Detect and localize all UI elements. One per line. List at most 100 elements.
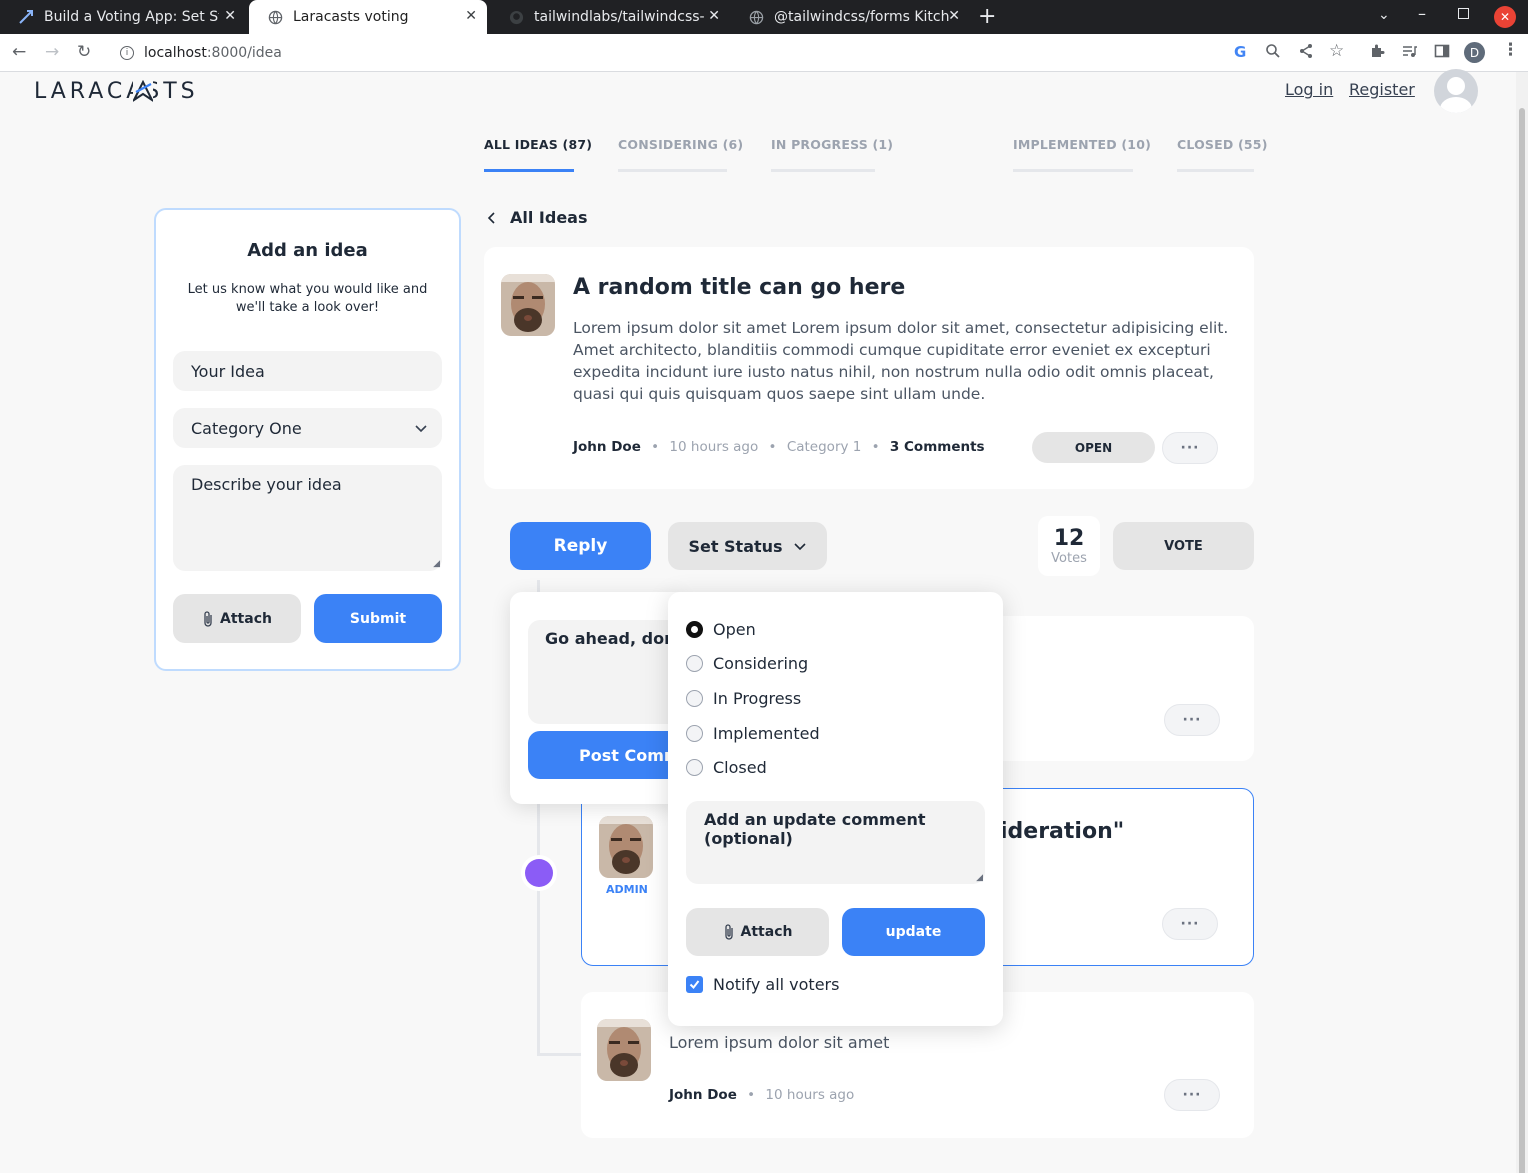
sidepanel-icon[interactable]	[1434, 43, 1450, 63]
idea-more-button[interactable]: ···	[1162, 432, 1218, 464]
reply-popup: Go ahead, don't Post Comme	[510, 592, 680, 804]
ellipsis-icon: ···	[1180, 916, 1200, 932]
info-icon[interactable]: i	[120, 46, 134, 60]
filter-all-ideas[interactable]: ALL IDEAS (87)	[484, 137, 592, 152]
idea-body: Lorem ipsum dolor sit amet Lorem ipsum d…	[573, 319, 1229, 403]
paperclip-icon	[202, 610, 214, 628]
back-to-all-ideas-link[interactable]: All Ideas	[486, 208, 588, 227]
status-option-open[interactable]: Open	[686, 620, 756, 639]
tab-title: Laracasts voting	[293, 9, 409, 25]
resize-handle-icon[interactable]: ◢	[976, 873, 983, 883]
status-badge: OPEN	[1032, 432, 1155, 463]
status-option-closed[interactable]: Closed	[686, 758, 767, 777]
attach-label: Attach	[220, 610, 272, 627]
status-option-in-progress[interactable]: In Progress	[686, 689, 801, 708]
url-path: :8000/idea	[206, 45, 282, 61]
subtitle-line: we'll take a look over!	[235, 300, 380, 315]
reload-icon[interactable]: ↻	[77, 42, 91, 62]
register-link[interactable]: Register	[1349, 80, 1415, 99]
forward-arrow-icon[interactable]: →	[45, 42, 59, 62]
paperclip-icon	[723, 923, 735, 941]
profile-avatar[interactable]: D	[1464, 42, 1485, 63]
filter-considering[interactable]: CONSIDERING (6)	[618, 137, 743, 152]
radio-selected-icon[interactable]	[686, 621, 703, 638]
zoom-icon[interactable]	[1265, 43, 1281, 63]
idea-description-textarea[interactable]: Describe your idea ◢	[173, 465, 442, 571]
page-scrollbar[interactable]	[1516, 72, 1528, 1173]
reply-placeholder: Go ahead, don't	[545, 629, 680, 648]
browser-tab[interactable]: @tailwindcss/forms Kitch ✕	[730, 0, 970, 34]
admin-badge: ADMIN	[606, 883, 648, 896]
browser-tab[interactable]: tailwindlabs/tailwindcss- ✕	[490, 0, 730, 34]
idea-title[interactable]: A random title can go here	[573, 275, 905, 300]
laracasts-logo[interactable]: LARACASTS	[34, 79, 199, 104]
url-omnibox[interactable]: i localhost:8000/idea	[108, 38, 1360, 68]
share-icon[interactable]	[1298, 43, 1314, 63]
admin-comment-more-button[interactable]: ···	[1162, 908, 1218, 940]
filter-in-progress[interactable]: IN PROGRESS (1)	[771, 137, 893, 152]
admin-avatar[interactable]	[599, 816, 653, 878]
set-status-button[interactable]: Set Status	[668, 522, 827, 570]
radio-icon[interactable]	[686, 690, 703, 707]
admin-dot	[525, 859, 553, 887]
window-close-icon[interactable]: ✕	[1494, 6, 1516, 28]
checkbox-checked-icon[interactable]	[686, 976, 703, 993]
comment-time: 10 hours ago	[765, 1087, 855, 1103]
browser-tab-bar: Build a Voting App: Set St ✕ Laracasts v…	[0, 0, 1528, 34]
votes-count: 12	[1053, 526, 1085, 551]
update-label: update	[885, 924, 942, 940]
close-icon[interactable]: ✕	[948, 8, 960, 24]
comment-more-button[interactable]: ···	[1164, 1079, 1220, 1111]
browser-tab[interactable]: Build a Voting App: Set St ✕	[0, 0, 246, 34]
extensions-icon[interactable]	[1369, 43, 1385, 63]
back-arrow-icon[interactable]: ←	[12, 42, 26, 62]
maximize-icon[interactable]	[1458, 8, 1469, 19]
browser-tab-active[interactable]: Laracasts voting ✕	[249, 0, 487, 34]
user-avatar[interactable]	[1434, 69, 1478, 113]
close-icon[interactable]: ✕	[224, 8, 236, 24]
login-link[interactable]: Log in	[1285, 80, 1333, 99]
update-comment-placeholder: Add an update comment (optional)	[704, 810, 926, 848]
status-option-considering[interactable]: Considering	[686, 654, 808, 673]
author-avatar[interactable]	[501, 274, 555, 336]
idea-comments-count[interactable]: 3 Comments	[890, 439, 985, 455]
resize-handle-icon[interactable]: ◢	[433, 559, 440, 569]
tab-title: @tailwindcss/forms Kitch	[774, 9, 949, 25]
reply-textarea[interactable]: Go ahead, don't	[528, 620, 680, 724]
filter-closed[interactable]: CLOSED (55)	[1177, 137, 1268, 152]
radio-icon[interactable]	[686, 759, 703, 776]
reply-button[interactable]: Reply	[510, 522, 651, 570]
filter-implemented[interactable]: IMPLEMENTED (10)	[1013, 137, 1151, 152]
radio-icon[interactable]	[686, 655, 703, 672]
star-icon[interactable]: ☆	[1329, 41, 1344, 61]
logo-text: LARACASTS	[34, 79, 199, 104]
attach-button[interactable]: Attach	[173, 594, 301, 643]
post-comment-button[interactable]: Post Comme	[528, 731, 680, 779]
update-comment-textarea[interactable]: Add an update comment (optional) ◢	[686, 801, 985, 884]
comment-more-button[interactable]: ···	[1164, 704, 1220, 736]
comment-author: John Doe	[669, 1087, 737, 1103]
kebab-menu-icon[interactable]: ⋮	[1502, 40, 1519, 60]
close-icon[interactable]: ✕	[708, 8, 720, 24]
idea-title-input[interactable]: Your Idea	[173, 351, 442, 391]
commenter-avatar[interactable]	[597, 1019, 651, 1081]
media-icon[interactable]	[1401, 43, 1417, 63]
radio-icon[interactable]	[686, 725, 703, 742]
category-select[interactable]: Category One	[173, 408, 442, 448]
update-status-button[interactable]: update	[842, 908, 985, 956]
new-tab-icon[interactable]: +	[978, 4, 996, 29]
close-icon[interactable]: ✕	[465, 8, 477, 24]
vote-button[interactable]: VOTE	[1113, 522, 1254, 570]
ellipsis-icon: ···	[1180, 440, 1200, 456]
status-attach-button[interactable]: Attach	[686, 908, 829, 956]
set-status-label: Set Status	[688, 536, 783, 556]
idea-card: A random title can go here Lorem ipsum d…	[484, 247, 1254, 489]
google-icon[interactable]: G	[1234, 43, 1246, 61]
chevron-down-icon[interactable]: ⌄	[1378, 7, 1390, 23]
notify-voters-checkbox-row[interactable]: Notify all voters	[686, 975, 839, 994]
minimize-icon[interactable]: –	[1418, 4, 1426, 23]
status-option-label: Considering	[713, 654, 809, 673]
status-option-implemented[interactable]: Implemented	[686, 724, 820, 743]
submit-idea-button[interactable]: Submit	[314, 594, 442, 643]
scrollbar-thumb[interactable]	[1519, 108, 1525, 1173]
